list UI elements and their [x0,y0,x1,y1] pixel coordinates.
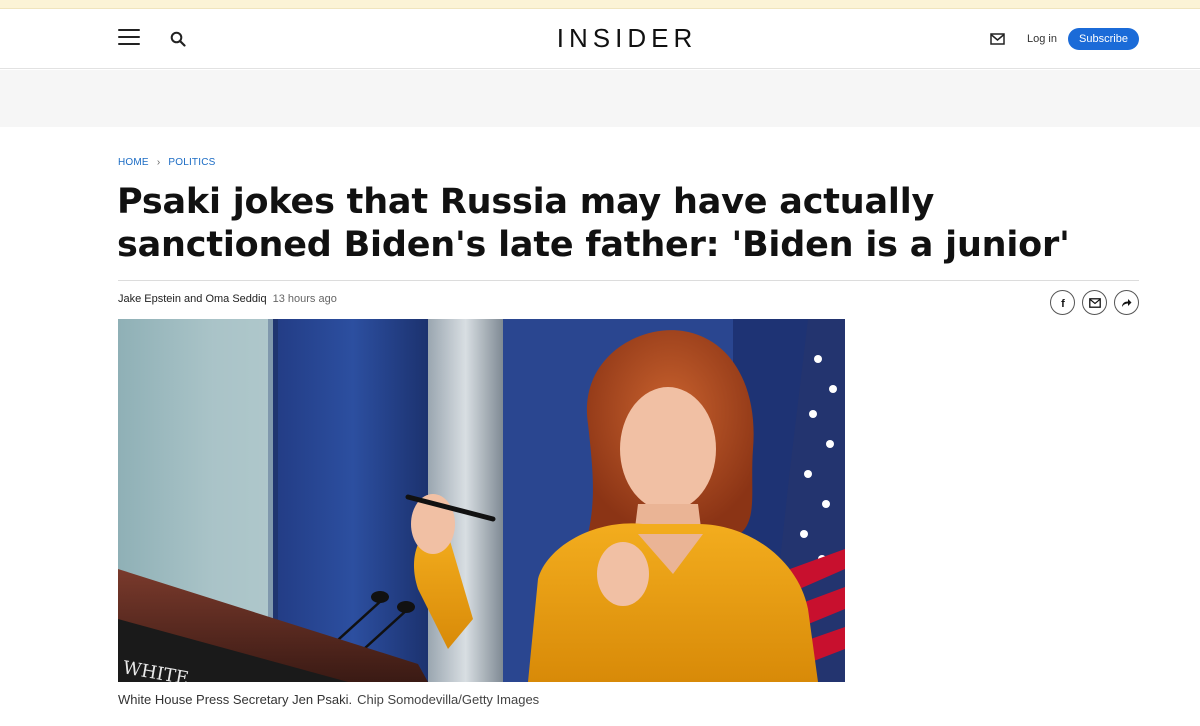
share-icon[interactable] [1114,290,1139,315]
email-icon[interactable] [1082,290,1107,315]
breadcrumb-politics[interactable]: POLITICS [168,157,215,168]
article-headline: Psaki jokes that Russia may have actuall… [117,182,1070,265]
breadcrumb-home[interactable]: HOME [118,157,149,168]
breadcrumb-separator-icon: › [156,157,161,168]
article-photo: WHITE [118,319,845,682]
top-notice-strip [0,0,1200,9]
search-icon[interactable] [170,31,186,47]
ad-placeholder [0,70,1200,127]
site-header: INSIDER Log in Subscribe [0,9,1200,69]
caption-text: White House Press Secretary Jen Psaki. [118,692,353,707]
byline: Jake Epstein and Oma Seddiq 13 hours ago [118,293,337,305]
svg-text:f: f [1061,298,1065,309]
mail-icon[interactable] [990,32,1005,45]
login-link[interactable]: Log in [1027,33,1057,45]
menu-icon[interactable] [118,29,140,47]
breadcrumb: HOME › POLITICS [118,157,216,168]
facebook-icon[interactable]: f [1050,290,1075,315]
site-logo[interactable]: INSIDER [557,23,697,54]
author-names[interactable]: Jake Epstein and Oma Seddiq [118,293,267,305]
photo-caption: White House Press Secretary Jen Psaki. Ch… [118,692,539,707]
headline-divider [118,280,1139,281]
subscribe-button[interactable]: Subscribe [1068,28,1139,50]
publish-time: 13 hours ago [272,293,337,305]
photo-credit: Chip Somodevilla/Getty Images [357,692,540,707]
